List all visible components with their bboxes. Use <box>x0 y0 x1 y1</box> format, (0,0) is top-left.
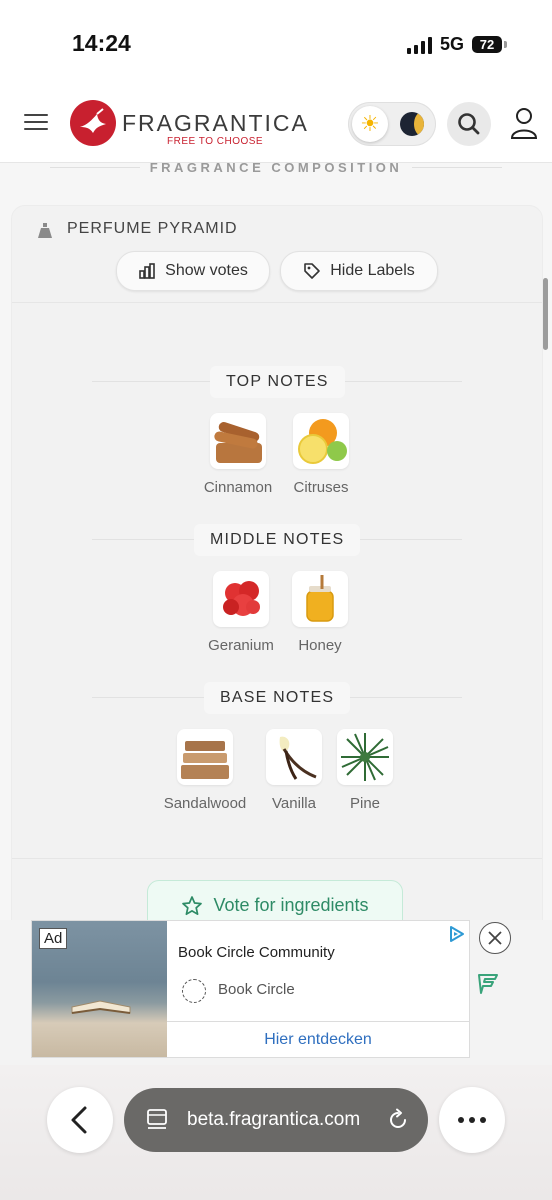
middle-notes-label: MIDDLE NOTES <box>194 524 361 556</box>
bar-chart-icon <box>139 263 155 279</box>
ad-provider-logo-icon[interactable] <box>476 972 500 996</box>
site-header: FRAGRANTICA FREE TO CHOOSE ☀ <box>0 90 552 163</box>
search-button[interactable] <box>447 102 491 146</box>
ad-close-button[interactable] <box>479 922 511 954</box>
logo-tagline: FREE TO CHOOSE <box>167 136 264 147</box>
note-name: Honey <box>298 637 342 654</box>
card-divider <box>12 302 542 303</box>
status-bar: 14:24 5G 72 <box>0 0 552 90</box>
star-icon <box>182 896 203 916</box>
cinnamon-image <box>210 413 266 469</box>
note-name: Pine <box>349 795 381 812</box>
moon-icon[interactable] <box>394 106 430 142</box>
perfume-bottle-icon <box>38 223 52 238</box>
ad-image[interactable]: Ad <box>32 921 167 1057</box>
card-divider <box>12 858 542 859</box>
note-item[interactable]: Pine <box>320 729 410 812</box>
ad-choices-icon[interactable] <box>448 925 466 943</box>
page-menu-icon[interactable] <box>146 1108 168 1132</box>
geranium-image <box>213 571 269 627</box>
hide-labels-label: Hide Labels <box>330 262 415 279</box>
hamburger-menu-icon[interactable] <box>24 114 48 132</box>
chevron-left-icon <box>71 1106 87 1134</box>
note-item[interactable]: Citruses <box>276 413 366 496</box>
note-item[interactable]: Geranium <box>196 571 286 654</box>
note-item[interactable]: Sandalwood <box>160 729 250 812</box>
sandalwood-image <box>177 729 233 785</box>
ad-brand[interactable]: Book Circle <box>218 981 295 998</box>
status-indicators: 5G 72 <box>406 34 507 55</box>
top-notes-label: TOP NOTES <box>210 366 345 398</box>
ad-banner[interactable]: Ad Book Circle Community Book Circle Hie… <box>31 920 470 1058</box>
note-item[interactable]: Honey <box>275 571 365 654</box>
pyramid-title: PERFUME PYRAMID <box>67 220 238 237</box>
show-votes-label: Show votes <box>165 262 248 279</box>
reload-icon[interactable] <box>386 1108 410 1132</box>
scrollbar-thumb[interactable] <box>543 278 548 350</box>
ad-badge: Ad <box>39 928 68 949</box>
user-account-button[interactable] <box>504 104 544 144</box>
ad-cta-divider <box>167 1021 469 1022</box>
address-bar[interactable]: beta.fragrantica.com <box>124 1088 428 1152</box>
more-options-button[interactable] <box>439 1087 505 1153</box>
status-time: 14:24 <box>72 30 131 56</box>
hide-labels-button[interactable]: Hide Labels <box>280 251 438 291</box>
note-name: Citruses <box>293 479 349 496</box>
perfume-pyramid-card: PERFUME PYRAMID Show votes Hide Labels T… <box>11 205 543 967</box>
vanilla-image <box>266 729 322 785</box>
tag-icon <box>304 263 321 279</box>
sun-icon[interactable]: ☀ <box>352 106 388 142</box>
pine-image <box>337 729 393 785</box>
show-votes-button[interactable]: Show votes <box>116 251 270 291</box>
close-icon <box>488 931 502 945</box>
book-circle-logo-icon <box>182 979 206 1003</box>
ad-cta-link[interactable]: Hier entdecken <box>167 1031 469 1049</box>
signal-icon <box>406 36 432 54</box>
note-name: Cinnamon <box>203 479 273 496</box>
section-heading: FRAGRANCE COMPOSITION <box>0 160 552 176</box>
browser-toolbar: beta.fragrantica.com <box>0 1065 552 1200</box>
vote-label: Vote for ingredients <box>213 895 369 915</box>
network-type: 5G <box>439 34 464 54</box>
honey-image <box>292 571 348 627</box>
note-item[interactable]: Cinnamon <box>193 413 283 496</box>
battery-level: 72 <box>479 37 495 52</box>
note-name: Geranium <box>208 637 274 654</box>
citruses-image <box>293 413 349 469</box>
theme-toggle[interactable]: ☀ <box>348 102 436 146</box>
battery-icon: 72 <box>472 36 507 53</box>
search-icon <box>458 113 480 135</box>
ad-title[interactable]: Book Circle Community <box>178 944 335 961</box>
hummingbird-logo-icon[interactable] <box>70 100 116 146</box>
ad-container: Ad Book Circle Community Book Circle Hie… <box>0 920 552 1065</box>
user-icon <box>510 108 538 139</box>
base-notes-label: BASE NOTES <box>204 682 351 714</box>
back-button[interactable] <box>47 1087 113 1153</box>
logo-wordmark[interactable]: FRAGRANTICA <box>122 110 309 137</box>
url-text[interactable]: beta.fragrantica.com <box>187 1109 360 1131</box>
note-name: Sandalwood <box>163 795 247 812</box>
